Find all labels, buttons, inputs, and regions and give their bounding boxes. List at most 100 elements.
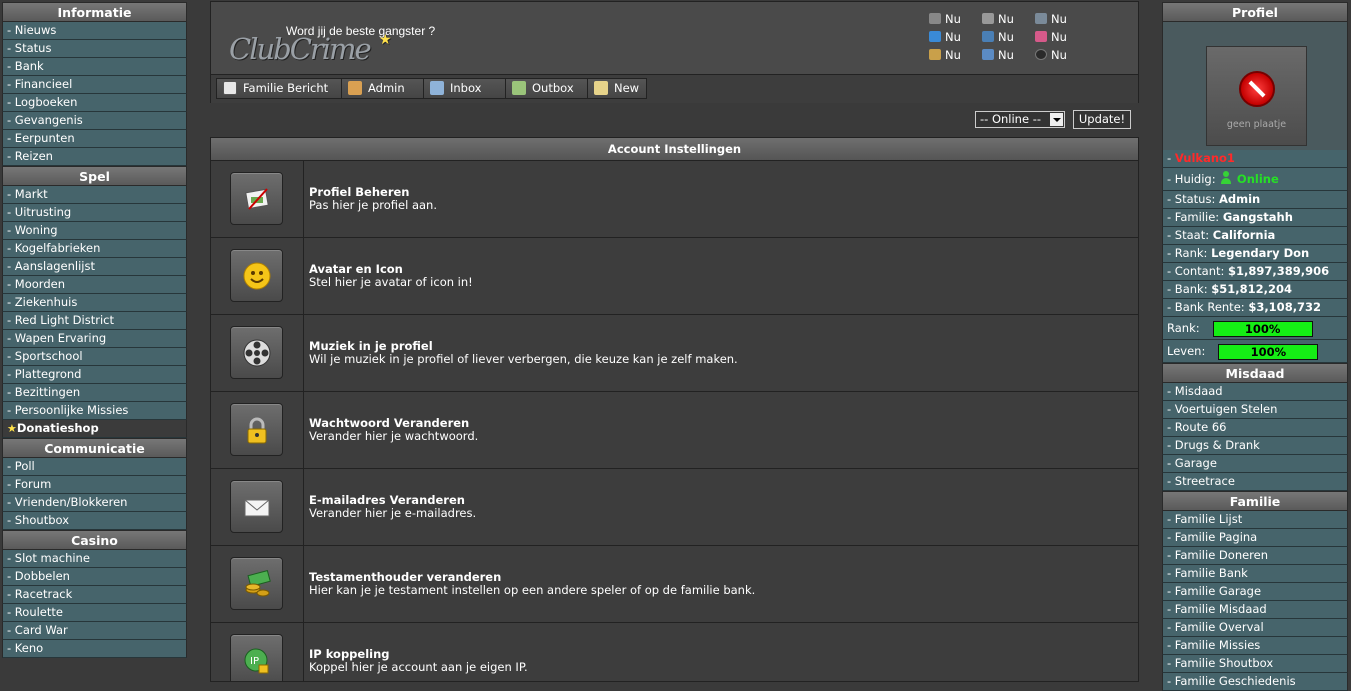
settings-row-ip[interactable]: IP IP koppeling Koppel hier je account aa… [211,623,1138,681]
nav-item[interactable]: - Familie Misdaad [1162,601,1348,619]
stat-bank: - Bank: $51,812,204 [1162,281,1348,299]
left-sidebar: Informatie - Nieuws - Status - Bank - Fi… [2,2,187,658]
nav-item[interactable]: - Drugs & Drank [1162,437,1348,455]
settings-row-wachtwoord[interactable]: Wachtwoord Veranderen Verander hier je wa… [211,392,1138,469]
nav-item[interactable]: - Vrienden/Blokkeren [2,494,187,512]
avatar[interactable]: geen plaatje [1206,46,1307,146]
nav-item[interactable]: - Keno [2,640,187,658]
nav-item[interactable]: - Card War [2,622,187,640]
admin-user-icon [348,81,362,95]
nav-item[interactable]: - Familie Lijst [1162,511,1348,529]
nav-item-donatieshop[interactable]: ★Donatieshop [2,420,187,438]
nav-item[interactable]: - Plattegrond [2,366,187,384]
section-header-profiel: Profiel [1162,2,1348,22]
tab-inbox[interactable]: Inbox [423,78,506,99]
timer-bomb[interactable]: Nu [1035,48,1067,62]
timer-car[interactable]: Nu [929,30,961,44]
panel-title: Account Instellingen [211,138,1138,161]
section-header-communicatie: Communicatie [2,438,187,458]
nav-item[interactable]: - Gevangenis [2,112,187,130]
nav-item[interactable]: - Wapen Ervaring [2,330,187,348]
nav-item[interactable]: - Roulette [2,604,187,622]
nav-item[interactable]: - Misdaad [1162,383,1348,401]
account-settings-panel: Account Instellingen Profiel Beheren Pas … [210,137,1139,682]
settings-row-profiel[interactable]: Profiel Beheren Pas hier je profiel aan. [211,161,1138,238]
nav-item[interactable]: - Streetrace [1162,473,1348,491]
nav-item[interactable]: - Racetrack [2,586,187,604]
nav-item[interactable]: - Familie Garage [1162,583,1348,601]
nav-item[interactable]: - Aanslagenlijst [2,258,187,276]
nav-item[interactable]: - Kogelfabrieken [2,240,187,258]
settings-row-avatar[interactable]: Avatar en Icon Stel hier je avatar of ico… [211,238,1138,315]
nav-item[interactable]: - Uitrusting [2,204,187,222]
nav-item[interactable]: - Logboeken [2,94,187,112]
nav-item[interactable]: - Forum [2,476,187,494]
timer-redlight[interactable]: Nu [1035,30,1067,44]
row-desc: Verander hier je wachtwoord. [309,429,479,443]
timer-race[interactable]: Nu [982,30,1014,44]
timer-travel[interactable]: Nu [1035,12,1067,26]
nav-item[interactable]: - Eerpunten [2,130,187,148]
rank-progress-row: Rank: 100% [1162,317,1348,340]
timer-steal[interactable]: Nu [982,12,1014,26]
nav-item[interactable]: - Dobbelen [2,568,187,586]
row-desc: Verander hier je e-mailadres. [309,506,477,520]
nav-item[interactable]: - Bezittingen [2,384,187,402]
row-desc: Hier kan je je testament instellen op ee… [309,583,756,597]
nav-item[interactable]: - Persoonlijke Missies [2,402,187,420]
settings-row-muziek[interactable]: Muziek in je profiel Wil je muziek in je … [211,315,1138,392]
nav-item[interactable]: - Familie Bank [1162,565,1348,583]
nav-item[interactable]: - Moorden [2,276,187,294]
nav-item[interactable]: - Familie Overval [1162,619,1348,637]
tab-outbox[interactable]: Outbox [505,78,588,99]
stat-bank-rente: - Bank Rente: $3,108,732 [1162,299,1348,317]
crowbar-icon [982,13,994,24]
tab-new[interactable]: New [587,78,647,99]
ip-lock-icon: IP [230,634,283,681]
tagline: Word jij de beste gangster ? [286,24,436,38]
nav-item[interactable]: - Poll [2,458,187,476]
online-status: Online [1236,172,1279,186]
edit-profile-icon [230,172,283,225]
nav-item[interactable]: - Woning [2,222,187,240]
tab-admin[interactable]: Admin [341,78,424,99]
section-header-spel: Spel [2,166,187,186]
nav-item[interactable]: - Route 66 [1162,419,1348,437]
nav-item[interactable]: - Ziekenhuis [2,294,187,312]
nav-item[interactable]: - Familie Doneren [1162,547,1348,565]
nav-item[interactable]: - Financieel [2,76,187,94]
film-reel-icon [230,326,283,379]
nav-item[interactable]: - Markt [2,186,187,204]
online-select[interactable]: -- Online -- [975,111,1065,128]
timer-crime[interactable]: Nu [929,12,961,26]
timer-mission[interactable]: Nu [929,48,961,62]
tab-familie-bericht[interactable]: Familie Bericht [216,78,342,99]
settings-row-email[interactable]: E-mailadres Veranderen Verander hier je e… [211,469,1138,546]
nav-item[interactable]: - Nieuws [2,22,187,40]
username-row[interactable]: - Vulkano1 [1162,150,1348,168]
nav-item[interactable]: - Garage [1162,455,1348,473]
star-icon: ★ [7,422,17,435]
settings-row-testament[interactable]: Testamenthouder veranderen Hier kan je je… [211,546,1138,623]
rank-progress-bar: 100% [1212,320,1313,337]
money-icon [230,557,283,610]
nav-item[interactable]: - Reizen [2,148,187,166]
leven-progress-row: Leven: 100% [1162,340,1348,363]
timer-family[interactable]: Nu [982,48,1014,62]
nav-item[interactable]: - Familie Shoutbox [1162,655,1348,673]
nav-item[interactable]: - Familie Pagina [1162,529,1348,547]
nav-item[interactable]: - Voertuigen Stelen [1162,401,1348,419]
nav-item[interactable]: - Red Light District [2,312,187,330]
section-header-misdaad: Misdaad [1162,363,1348,383]
nav-item[interactable]: - Status [2,40,187,58]
nav-item[interactable]: - Slot machine [2,550,187,568]
nav-item[interactable]: - Familie Missies [1162,637,1348,655]
outbox-icon [512,81,526,95]
row-desc: Stel hier je avatar of icon in! [309,275,473,289]
update-button[interactable]: Update! [1073,110,1131,129]
smiley-icon [230,249,283,302]
nav-item[interactable]: - Shoutbox [2,512,187,530]
padlock-icon [230,403,283,456]
nav-item[interactable]: - Sportschool [2,348,187,366]
nav-item[interactable]: - Bank [2,58,187,76]
